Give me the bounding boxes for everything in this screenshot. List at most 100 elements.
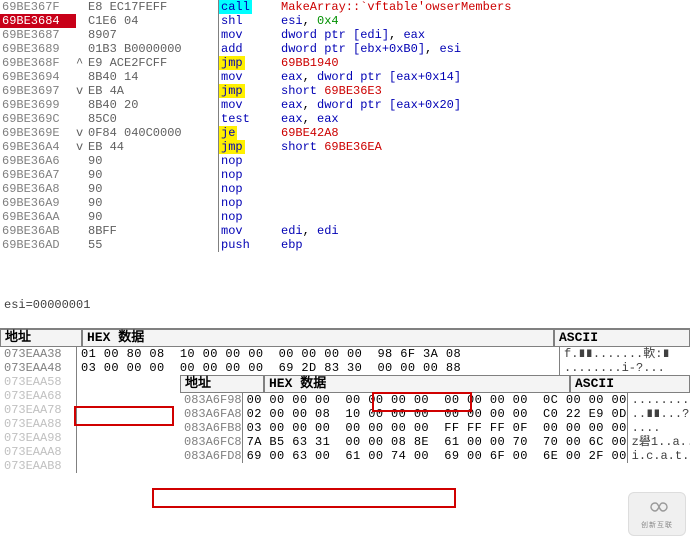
hex-row[interactable]: 083A6FC87A B5 63 31 00 00 08 8E 61 00 00… [180, 435, 690, 449]
mnemonic-cell: je [219, 126, 237, 140]
branch-caret-icon [76, 154, 88, 168]
hex-ascii-cell: f.∎∎.......軟:∎ [559, 347, 690, 361]
mnemonic-cell: jmp [219, 56, 245, 70]
hex-ascii-cell: .... [627, 421, 690, 435]
disasm-row[interactable]: 69BE36A7 90nop [0, 168, 690, 182]
disasm-row[interactable]: 69BE368F^E9 ACE2FCFFjmp69BB1940 [0, 56, 690, 70]
disasm-row[interactable]: 69BE369Ev0F84 040C0000je 69BE42A8 [0, 126, 690, 140]
addr-cell: 69BE3694 [0, 70, 76, 84]
branch-caret-icon: v [76, 126, 88, 140]
mnemonic-cell: nop [219, 154, 245, 168]
hex-bytes-cell: 02 00 00 08 10 00 00 00 00 00 00 00 C0 2… [243, 407, 627, 421]
addr-cell: 69BE369E [0, 126, 76, 140]
branch-caret-icon [76, 210, 88, 224]
hex-outer-header-addr[interactable]: 地址 [0, 329, 82, 347]
addr-cell: 69BE36AD [0, 238, 76, 252]
hex-pane-inner[interactable]: 地址HEX 数据ASCII083A6F9800 00 00 00 00 00 0… [180, 375, 690, 463]
operands-cell: 69BE42A8 [281, 126, 690, 140]
addr-cell: 69BE368F [0, 56, 76, 70]
branch-caret-icon [76, 42, 88, 56]
branch-caret-icon: v [76, 84, 88, 98]
hex-addr-cell: 083A6FC8 [180, 435, 243, 449]
disasm-row[interactable]: 69BE36AB 8BFFmovedi, edi [0, 224, 690, 238]
hex-addr-cell: 073EAA58 [0, 375, 77, 389]
hex-addr-cell: 083A6F98 [180, 393, 243, 407]
branch-caret-icon [76, 168, 88, 182]
hex-row[interactable]: 083A6FD869 00 63 00 61 00 74 00 69 00 6F… [180, 449, 690, 463]
disasm-row[interactable]: 69BE36A6 90nop [0, 154, 690, 168]
hex-bytes-cell: 03 00 00 00 00 00 00 00 69 2D 83 30 00 0… [77, 361, 559, 375]
disasm-row[interactable]: 69BE36A4vEB 44jmpshort 69BE36EA [0, 140, 690, 154]
disasm-row[interactable]: 69BE36A9 90nop [0, 196, 690, 210]
disasm-row[interactable]: 69BE36A8 90nop [0, 182, 690, 196]
hex-row[interactable]: 073EAA3801 00 80 08 10 00 00 00 00 00 00… [0, 347, 690, 361]
branch-caret-icon [76, 98, 88, 112]
addr-cell: 69BE36A4 [0, 140, 76, 154]
operands-cell: eax, eax [281, 112, 690, 126]
addr-cell: 69BE367F [0, 0, 76, 14]
disasm-row[interactable]: 69BE369C 85C0testeax, eax [0, 112, 690, 126]
mnemonic-cell: mov [219, 70, 245, 84]
hex-outer-header-hex[interactable]: HEX 数据 [82, 329, 554, 347]
hex-row[interactable]: 073EAA4803 00 00 00 00 00 00 00 69 2D 83… [0, 361, 690, 375]
highlight-box [152, 488, 456, 508]
disasm-row[interactable]: 69BE36AA 90nop [0, 210, 690, 224]
hex-addr-cell: 083A6FA8 [180, 407, 243, 421]
hex-inner-header-ascii[interactable]: ASCII [570, 375, 690, 393]
hex-bytes-cell: 01 00 80 08 10 00 00 00 00 00 00 00 98 6… [77, 347, 559, 361]
disasm-row[interactable]: 69BE367F E8 EC17FEFFcallMakeArray::`vfta… [0, 0, 690, 14]
hex-bytes-cell: 7A B5 63 31 00 00 08 8E 61 00 00 70 70 0… [243, 435, 627, 449]
hex-panes: 地址 HEX 数据 ASCII 073EAA3801 00 80 08 10 0… [0, 328, 690, 473]
mnemonic-cell: mov [219, 224, 245, 238]
disasm-row[interactable]: 69BE3689 01B3 B0000000adddword ptr [ebx+… [0, 42, 690, 56]
hex-inner-header-addr[interactable]: 地址 [180, 375, 264, 393]
mnemonic-cell: jmp [219, 140, 245, 154]
hex-addr-cell: 073EAAB8 [0, 459, 77, 473]
hex-ascii-cell: i.c.a.t.i.o.n./. [627, 449, 690, 463]
branch-caret-icon [76, 182, 88, 196]
addr-cell: 69BE369C [0, 112, 76, 126]
disasm-row[interactable]: 69BE3684 C1E6 04shlesi, 0x4 [0, 14, 690, 28]
mnemonic-cell: jmp [219, 84, 245, 98]
hex-addr-cell: 073EAA78 [0, 403, 77, 417]
bytes-cell: 90 [88, 182, 219, 196]
mnemonic-cell: nop [219, 182, 245, 196]
bytes-cell: 8B40 20 [88, 98, 219, 112]
hex-row[interactable]: 083A6F9800 00 00 00 00 00 00 00 00 00 00… [180, 393, 690, 407]
addr-cell: 69BE36A7 [0, 168, 76, 182]
bytes-cell: 55 [88, 238, 219, 252]
infinity-icon [645, 495, 669, 519]
branch-caret-icon [76, 112, 88, 126]
mnemonic-cell: call [219, 0, 252, 14]
branch-caret-icon [76, 224, 88, 238]
operands-cell: dword ptr [edi], eax [281, 28, 690, 42]
addr-cell: 69BE36AB [0, 224, 76, 238]
hex-bytes-cell: 03 00 00 00 00 00 00 00 FF FF FF 0F 00 0… [243, 421, 627, 435]
disasm-row[interactable]: 69BE3694 8B40 14moveax, dword ptr [eax+0… [0, 70, 690, 84]
hex-addr-cell: 083A6FB8 [180, 421, 243, 435]
bytes-cell: 90 [88, 196, 219, 210]
operands-cell: eax, dword ptr [eax+0x14] [281, 70, 690, 84]
bytes-cell: 8BFF [88, 224, 219, 238]
bytes-cell: 90 [88, 210, 219, 224]
hex-bytes-cell: 00 00 00 00 00 00 00 00 00 00 00 00 0C 0… [243, 393, 627, 407]
mnemonic-cell: shl [219, 14, 245, 28]
hex-outer-header-ascii[interactable]: ASCII [554, 329, 690, 347]
operands-cell: short 69BE36EA [281, 140, 690, 154]
hex-row[interactable]: 083A6FB803 00 00 00 00 00 00 00 FF FF FF… [180, 421, 690, 435]
disassembly-pane[interactable]: 69BE367F E8 EC17FEFFcallMakeArray::`vfta… [0, 0, 690, 296]
operands-cell: 69BB1940 [281, 56, 690, 70]
branch-caret-icon [76, 14, 88, 28]
bytes-cell: 0F84 040C0000 [88, 126, 219, 140]
disasm-row[interactable]: 69BE3687 8907movdword ptr [edi], eax [0, 28, 690, 42]
addr-cell: 69BE36A9 [0, 196, 76, 210]
disasm-row[interactable]: 69BE36AD 55pushebp [0, 238, 690, 252]
mnemonic-cell: push [219, 238, 252, 252]
disasm-row[interactable]: 69BE3697vEB 4Ajmpshort 69BE36E3 [0, 84, 690, 98]
hex-addr-cell: 083A6FD8 [180, 449, 243, 463]
branch-caret-icon [76, 0, 88, 14]
hex-inner-header-hex[interactable]: HEX 数据 [264, 375, 570, 393]
hex-row[interactable]: 083A6FA802 00 00 08 10 00 00 00 00 00 00… [180, 407, 690, 421]
branch-caret-icon [76, 196, 88, 210]
disasm-row[interactable]: 69BE3699 8B40 20moveax, dword ptr [eax+0… [0, 98, 690, 112]
